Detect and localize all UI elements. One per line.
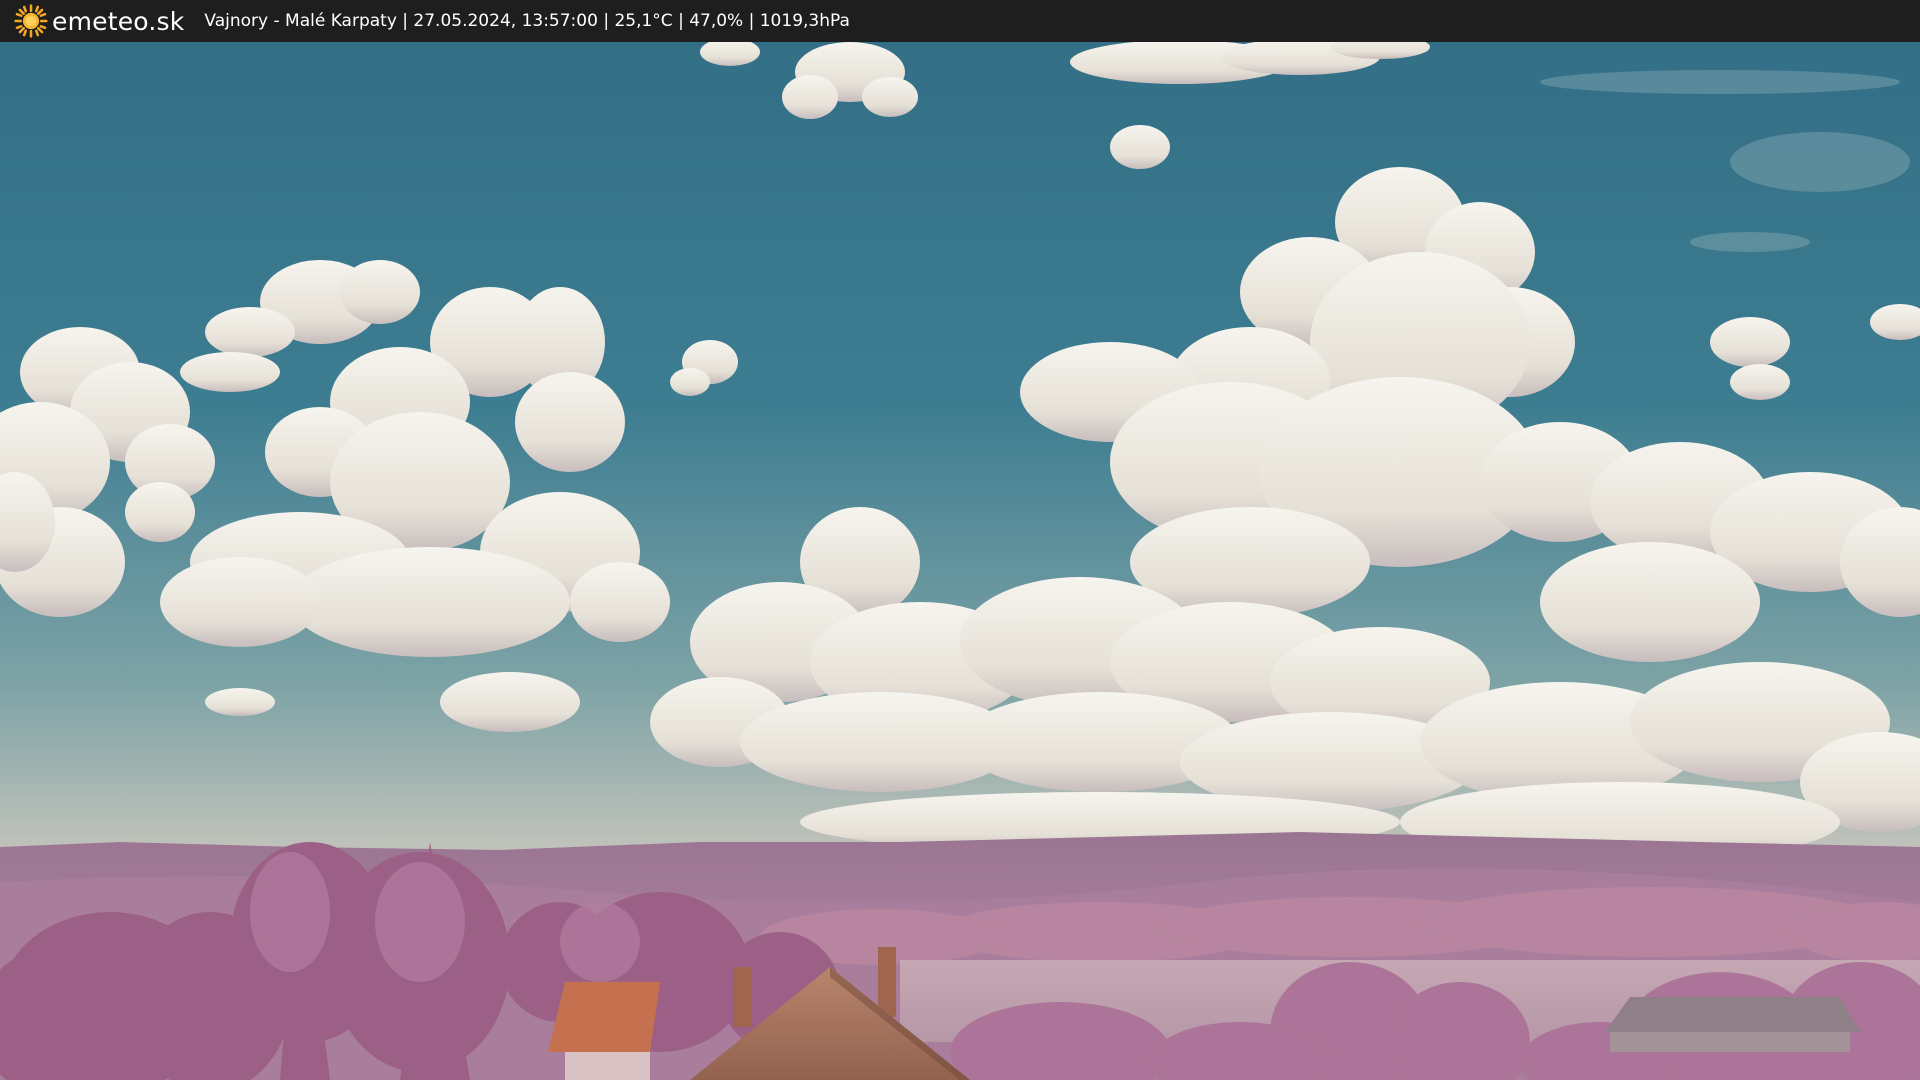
webcam-image [0,42,1920,1080]
weather-caption: Vajnory - Malé Karpaty | 27.05.2024, 13:… [204,11,850,31]
logo[interactable]: emeteo.sk [14,0,184,42]
caption-bar: emeteo.sk Vajnory - Malé Karpaty | 27.05… [0,0,1920,42]
brand-name: emeteo.sk [52,6,185,36]
webcam-frame: emeteo.sk Vajnory - Malé Karpaty | 27.05… [0,0,1920,1080]
sun-icon [14,4,48,38]
